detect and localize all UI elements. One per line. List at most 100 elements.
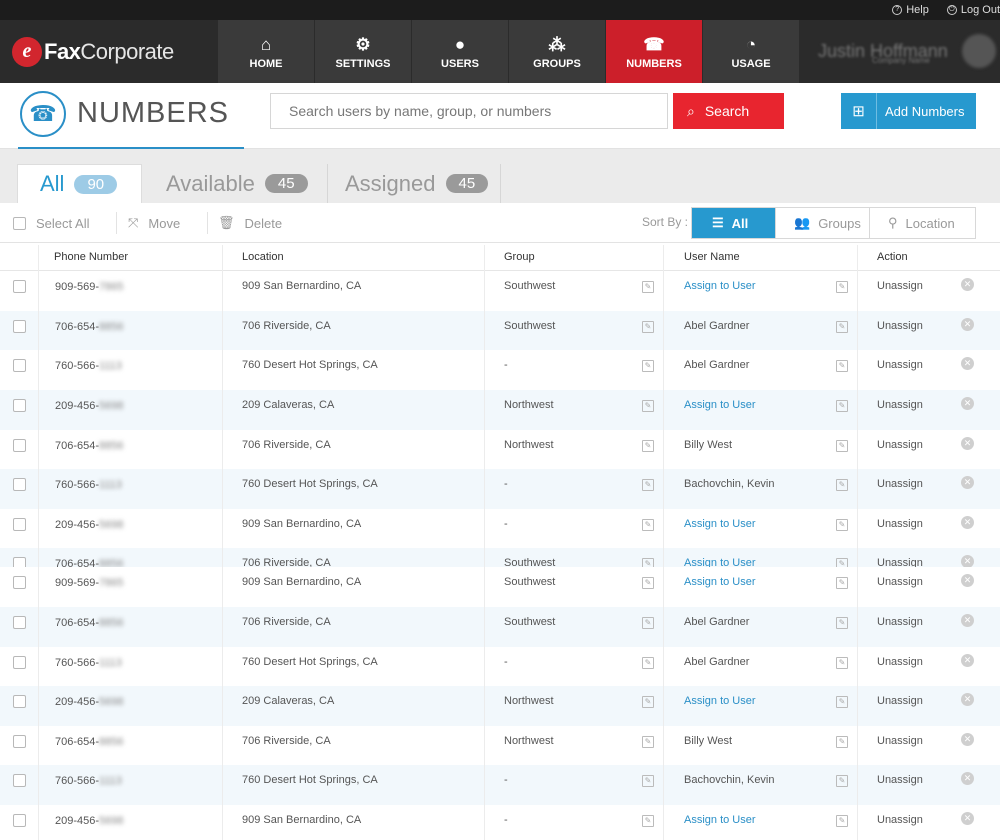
col-group[interactable]: Group bbox=[504, 251, 535, 263]
unassign-action[interactable]: Unassign bbox=[877, 320, 923, 332]
sort-groups-button[interactable]: 👥 Groups bbox=[775, 208, 869, 238]
close-icon[interactable]: ✕ bbox=[961, 772, 974, 785]
edit-group-icon[interactable]: ✎ bbox=[642, 617, 654, 629]
unassign-action[interactable]: Unassign bbox=[877, 399, 923, 411]
edit-group-icon[interactable]: ✎ bbox=[642, 657, 654, 669]
assign-to-user-link[interactable]: Assign to User bbox=[684, 695, 756, 707]
edit-group-icon[interactable]: ✎ bbox=[642, 577, 654, 589]
edit-group-icon[interactable]: ✎ bbox=[642, 519, 654, 531]
assign-to-user-link[interactable]: Assign to User bbox=[684, 518, 756, 530]
close-icon[interactable]: ✕ bbox=[961, 516, 974, 529]
move-button[interactable]: ⤧ Move bbox=[128, 203, 180, 243]
sort-all-button[interactable]: ☰ All bbox=[692, 208, 775, 238]
close-icon[interactable]: ✕ bbox=[961, 733, 974, 746]
edit-user-icon[interactable]: ✎ bbox=[836, 736, 848, 748]
table-row[interactable]: 209-456-5698 209 Calaveras, CA Northwest ✎ A… bbox=[0, 686, 1000, 726]
assign-to-user-link[interactable]: Assign to User bbox=[684, 814, 756, 826]
table-row[interactable]: 209-456-5698 909 San Bernardino, CA - ✎ Assi… bbox=[0, 509, 1000, 549]
close-icon[interactable]: ✕ bbox=[961, 476, 974, 489]
edit-group-icon[interactable]: ✎ bbox=[642, 775, 654, 787]
nav-users[interactable]: ● USERS bbox=[412, 20, 508, 83]
edit-group-icon[interactable]: ✎ bbox=[642, 479, 654, 491]
edit-user-icon[interactable]: ✎ bbox=[836, 281, 848, 293]
close-icon[interactable]: ✕ bbox=[961, 278, 974, 291]
table-row[interactable]: 706-654-8856 706 Riverside, CA Southwest ✎ A… bbox=[0, 311, 1000, 351]
row-checkbox[interactable] bbox=[13, 359, 26, 375]
edit-group-icon[interactable]: ✎ bbox=[642, 736, 654, 748]
nav-groups[interactable]: ⁂ GROUPS bbox=[509, 20, 605, 83]
close-icon[interactable]: ✕ bbox=[961, 437, 974, 450]
unassign-action[interactable]: Unassign bbox=[877, 439, 923, 451]
search-button[interactable]: ⌕ Search bbox=[673, 93, 784, 129]
efax-logo[interactable]: e FaxCorporate bbox=[0, 20, 218, 83]
unassign-action[interactable]: Unassign bbox=[877, 359, 923, 371]
close-icon[interactable]: ✕ bbox=[961, 357, 974, 370]
edit-group-icon[interactable]: ✎ bbox=[642, 281, 654, 293]
close-icon[interactable]: ✕ bbox=[961, 614, 974, 627]
logout-link[interactable]: ⏻ Log Out bbox=[946, 4, 1000, 16]
unassign-action[interactable]: Unassign bbox=[877, 518, 923, 530]
col-location[interactable]: Location bbox=[242, 251, 284, 263]
table-row[interactable]: 760-566-1113 760 Desert Hot Springs, CA - ✎… bbox=[0, 647, 1000, 687]
edit-group-icon[interactable]: ✎ bbox=[642, 400, 654, 412]
unassign-action[interactable]: Unassign bbox=[877, 814, 923, 826]
edit-user-icon[interactable]: ✎ bbox=[836, 577, 848, 589]
edit-user-icon[interactable]: ✎ bbox=[836, 321, 848, 333]
unassign-action[interactable]: Unassign bbox=[877, 478, 923, 490]
unassign-action[interactable]: Unassign bbox=[877, 616, 923, 628]
row-checkbox[interactable] bbox=[13, 320, 26, 336]
nav-home[interactable]: ⌂ HOME bbox=[218, 20, 314, 83]
row-checkbox[interactable] bbox=[13, 814, 26, 830]
table-row[interactable]: 209-456-5698 209 Calaveras, CA Northwest ✎ A… bbox=[0, 390, 1000, 430]
table-row[interactable]: 760-566-1113 760 Desert Hot Springs, CA - ✎… bbox=[0, 765, 1000, 805]
table-row[interactable]: 706-654-8856 706 Riverside, CA Northwest ✎ B… bbox=[0, 430, 1000, 470]
select-all-checkbox[interactable] bbox=[13, 216, 26, 230]
table-row[interactable]: 760-566-1113 760 Desert Hot Springs, CA - ✎… bbox=[0, 350, 1000, 390]
row-checkbox[interactable] bbox=[13, 439, 26, 455]
close-icon[interactable]: ✕ bbox=[961, 574, 974, 587]
table-row[interactable]: 760-566-1113 760 Desert Hot Springs, CA - ✎… bbox=[0, 469, 1000, 509]
edit-group-icon[interactable]: ✎ bbox=[642, 321, 654, 333]
unassign-action[interactable]: Unassign bbox=[877, 656, 923, 668]
assign-to-user-link[interactable]: Assign to User bbox=[684, 280, 756, 292]
table-row[interactable]: 909-569-7865 909 San Bernardino, CA Southw… bbox=[0, 271, 1000, 311]
help-link[interactable]: ? Help bbox=[892, 4, 929, 16]
user-profile[interactable]: Justin Hoffmann Company Name bbox=[800, 20, 1000, 83]
unassign-action[interactable]: Unassign bbox=[877, 735, 923, 747]
tab-available[interactable]: Available 45 bbox=[166, 164, 308, 203]
edit-user-icon[interactable]: ✎ bbox=[836, 696, 848, 708]
tab-assigned[interactable]: Assigned 45 bbox=[345, 164, 489, 203]
unassign-action[interactable]: Unassign bbox=[877, 774, 923, 786]
table-row[interactable]: 706-654-8856 706 Riverside, CA Southwest ✎ A… bbox=[0, 607, 1000, 647]
edit-user-icon[interactable]: ✎ bbox=[836, 617, 848, 629]
edit-user-icon[interactable]: ✎ bbox=[836, 519, 848, 531]
select-all[interactable]: Select All bbox=[13, 203, 89, 243]
row-checkbox[interactable] bbox=[13, 478, 26, 494]
unassign-action[interactable]: Unassign bbox=[877, 695, 923, 707]
close-icon[interactable]: ✕ bbox=[961, 654, 974, 667]
table-row[interactable]: 706-654-8856 706 Riverside, CA Northwest ✎ B… bbox=[0, 726, 1000, 766]
edit-user-icon[interactable]: ✎ bbox=[836, 400, 848, 412]
edit-group-icon[interactable]: ✎ bbox=[642, 440, 654, 452]
assign-to-user-link[interactable]: Assign to User bbox=[684, 399, 756, 411]
col-user-name[interactable]: User Name bbox=[684, 251, 740, 263]
close-icon[interactable]: ✕ bbox=[961, 812, 974, 825]
edit-user-icon[interactable]: ✎ bbox=[836, 775, 848, 787]
add-numbers-button[interactable]: ⊞ Add Numbers bbox=[841, 93, 976, 129]
row-checkbox[interactable] bbox=[13, 518, 26, 534]
row-checkbox[interactable] bbox=[13, 280, 26, 296]
close-icon[interactable]: ✕ bbox=[961, 397, 974, 410]
row-checkbox[interactable] bbox=[13, 656, 26, 672]
nav-usage[interactable]: ◔ USAGE bbox=[703, 20, 799, 83]
close-icon[interactable]: ✕ bbox=[961, 318, 974, 331]
nav-settings[interactable]: ⚙ SETTINGS bbox=[315, 20, 411, 83]
assign-to-user-link[interactable]: Assign to User bbox=[684, 576, 756, 588]
edit-user-icon[interactable]: ✎ bbox=[836, 479, 848, 491]
row-checkbox[interactable] bbox=[13, 399, 26, 415]
edit-user-icon[interactable]: ✎ bbox=[836, 440, 848, 452]
row-checkbox[interactable] bbox=[13, 774, 26, 790]
edit-user-icon[interactable]: ✎ bbox=[836, 815, 848, 827]
nav-numbers[interactable]: ☎ NUMBERS bbox=[606, 20, 702, 83]
row-checkbox[interactable] bbox=[13, 735, 26, 751]
unassign-action[interactable]: Unassign bbox=[877, 576, 923, 588]
